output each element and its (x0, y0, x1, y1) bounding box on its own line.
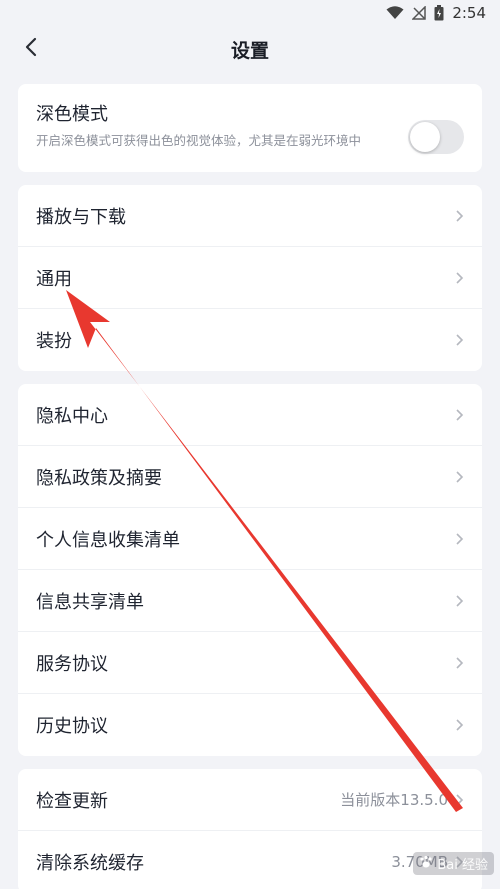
settings-item-label: 检查更新 (36, 790, 108, 812)
settings-item-dress-up[interactable]: 装扮 (18, 309, 482, 371)
chevron-right-icon (454, 333, 464, 347)
chevron-right-icon (454, 209, 464, 223)
page-title: 设置 (230, 39, 269, 62)
settings-item-general[interactable]: 通用 (18, 247, 482, 309)
settings-item-privacy-policy[interactable]: 隐私政策及摘要 (18, 446, 482, 508)
status-bar: 2:54 (0, 0, 500, 26)
chevron-right-icon (454, 594, 464, 608)
dark-mode-toggle[interactable] (408, 120, 464, 154)
chevron-right-icon (454, 532, 464, 546)
chevron-right-icon (454, 718, 464, 732)
toggle-knob (410, 122, 440, 152)
battery-charging-icon (434, 5, 444, 21)
watermark-text: Bai 经验 (437, 858, 488, 873)
chevron-right-icon (454, 470, 464, 484)
chevron-right-icon (454, 793, 464, 807)
settings-item-history-agreement[interactable]: 历史协议 (18, 694, 482, 756)
settings-item-label: 装扮 (36, 331, 72, 352)
settings-group-general: 播放与下载 通用 装扮 (18, 185, 482, 371)
settings-item-check-update[interactable]: 检查更新 当前版本13.5.0 (18, 769, 482, 831)
chevron-left-icon (25, 37, 37, 61)
settings-item-label: 播放与下载 (36, 206, 126, 228)
settings-item-personal-info-list[interactable]: 个人信息收集清单 (18, 508, 482, 570)
dark-mode-card: 深色模式 开启深色模式可获得出色的视觉体验，尤其是在弱光环境中 (18, 84, 482, 172)
settings-item-service-agreement[interactable]: 服务协议 (18, 632, 482, 694)
settings-item-label: 历史协议 (36, 716, 108, 737)
settings-group-privacy: 隐私中心 隐私政策及摘要 个人信息收集清单 信息共享清单 服务协议 历史协议 (18, 384, 482, 756)
settings-item-privacy-center[interactable]: 隐私中心 (18, 384, 482, 446)
settings-item-play-download[interactable]: 播放与下载 (18, 185, 482, 247)
back-button[interactable] (16, 34, 46, 64)
settings-item-label: 隐私政策及摘要 (36, 467, 162, 489)
settings-item-label: 信息共享清单 (36, 591, 144, 613)
chevron-right-icon (454, 656, 464, 670)
chevron-right-icon (454, 271, 464, 285)
paw-icon (419, 855, 433, 873)
chevron-right-icon (454, 408, 464, 422)
settings-item-label: 隐私中心 (36, 405, 108, 427)
settings-item-label: 通用 (36, 268, 72, 290)
top-nav-bar: 设置 (0, 26, 500, 72)
settings-item-info-sharing-list[interactable]: 信息共享清单 (18, 570, 482, 632)
watermark-logo: Bai 经验 (413, 852, 494, 875)
status-time: 2:54 (452, 4, 486, 22)
settings-item-label: 清除系统缓存 (36, 853, 144, 874)
settings-item-label: 服务协议 (36, 653, 108, 675)
version-value: 当前版本13.5.0 (340, 791, 448, 809)
wifi-icon (386, 6, 404, 20)
settings-item-label: 个人信息收集清单 (36, 529, 180, 551)
dark-mode-title: 深色模式 (36, 104, 108, 125)
no-signal-icon (412, 6, 427, 20)
dark-mode-description: 开启深色模式可获得出色的视觉体验，尤其是在弱光环境中 (36, 133, 362, 148)
